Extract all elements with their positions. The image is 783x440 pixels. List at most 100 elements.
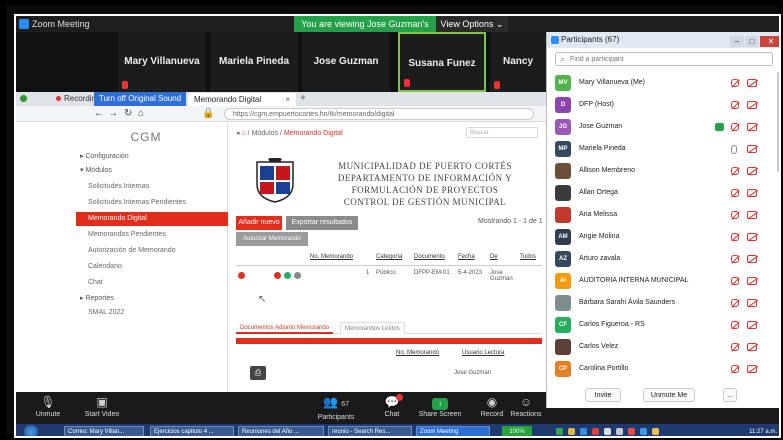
new-tab-icon[interactable]: + [300,92,306,106]
participant-row[interactable]: CF Carlos Figueroa - RS [555,314,769,336]
video-tile-active[interactable]: Susana Funez [398,32,486,92]
print-icon[interactable] [294,272,301,279]
participant-name: Carlos Velez [579,343,619,350]
col-all[interactable]: Todos [520,254,536,260]
breadcrumb-modules[interactable]: Módulos [252,130,278,137]
participant-row[interactable]: Carlos Velez [555,336,769,358]
video-tile[interactable]: Mary Villanueva [118,32,206,92]
tray-icon[interactable] [556,428,563,435]
tray-icon[interactable] [652,428,659,435]
tab-documentos[interactable]: Documentos Adjunto Memorando [236,322,334,334]
browser-tab[interactable]: Memorando Digital × [188,93,296,106]
mic-muted-icon [731,299,739,307]
tray-icon[interactable] [568,428,575,435]
maximize-icon[interactable]: □ [745,36,759,47]
avatar [555,295,571,311]
participant-row[interactable]: MV Mary Villanueva (Me) [555,72,769,94]
delete-icon[interactable] [274,272,281,279]
participant-name: DFP (Host) [579,101,614,108]
participant-row[interactable]: Bárbara Sarahi Ávila Saunders [555,292,769,314]
sub-col-number[interactable]: No. Memorando [396,350,439,356]
sidebar-item-chat[interactable]: Chat [76,276,228,290]
participant-row[interactable]: AZ Arturo zavala [555,248,769,270]
participant-row[interactable]: D DFP (Host) [555,94,769,116]
video-tile[interactable]: Nancy Clavas [490,32,546,92]
search-input[interactable]: Buscar [466,127,538,138]
taskbar-item[interactable]: Ejercicios capitulo 4 ... [150,426,234,436]
taskbar-item[interactable]: reunio - Search Res... [328,426,412,436]
volume-icon[interactable] [604,428,611,435]
col-number[interactable]: No. Memorando [310,254,353,260]
forward-icon[interactable]: → [108,107,118,121]
start-video-button[interactable]: ▣ Start Video [72,394,132,418]
col-document[interactable]: Documento [414,254,445,260]
video-tile[interactable]: Mariela Pineda [210,32,298,92]
participant-row[interactable]: MP Mariela Pineda [555,138,769,160]
reactions-button[interactable]: ☺ Reactions [506,394,546,418]
sidebar-item-configuracion[interactable]: ▸ Configuración [76,150,228,164]
participants-button[interactable]: 👥 67 Participants [306,394,366,421]
avatar: JG [555,119,571,135]
authorize-button[interactable]: Autorizar Memorando [236,232,308,246]
invite-button[interactable]: Invite [585,388,621,402]
close-icon[interactable]: × [285,93,290,106]
taskbar-item[interactable]: Reuniones del Año ... [238,426,324,436]
print-button[interactable]: ⎙ [250,366,266,380]
tab-leidos[interactable]: Memorandos Leídos [340,322,405,334]
view-icon[interactable] [284,272,291,279]
tray-icon[interactable] [640,428,647,435]
close-icon[interactable]: ✕ [760,36,779,47]
original-sound-button[interactable]: Turn off Original Sound [94,92,186,106]
taskbar-item-zoom[interactable]: Zoom Meeting [416,426,490,436]
taskbar-item[interactable]: Correo: Mary Villan... [64,426,144,436]
window-controls: – □ ✕ [729,34,779,47]
sidebar-item-solicitudes-pendientes[interactable]: Solicitudes Internas Pendientes [76,196,228,210]
start-icon[interactable] [24,425,38,436]
address-bar[interactable]: https://cgm.empuertocortes.hn/tk/memoran… [224,108,534,120]
view-options-button[interactable]: View Options ⌄ [436,16,508,32]
participant-name: Allison Membreno [579,167,636,174]
participant-row[interactable]: Allan Ortega [555,182,769,204]
sub-col-user[interactable]: Usuario Lectura [462,350,504,356]
video-off-icon [747,167,757,175]
home-icon[interactable]: ⌂ [241,130,245,137]
participant-row[interactable]: AI AUDITORIA INTERNA MUNICIPAL [555,270,769,292]
back-icon[interactable]: ← [94,107,104,121]
sidebar-item-modulos[interactable]: ▾ Módulos [76,164,228,178]
edit-icon[interactable] [238,272,245,279]
col-from[interactable]: De [490,254,498,260]
participant-row[interactable]: Ana Melissa [555,204,769,226]
participant-row[interactable]: CP Carolina Portillo [555,358,769,380]
sidebar-item-autorizacion[interactable]: Autorización de Memorando [76,244,228,258]
scrollbar[interactable] [777,72,779,172]
sidebar-item-reportes[interactable]: ▸ Reportes [76,292,228,306]
more-button[interactable]: ... [723,388,737,402]
add-new-button[interactable]: Añadir nuevo [236,216,282,230]
sidebar-item-smal[interactable]: SMAL 2022 [76,306,228,320]
network-icon[interactable] [616,428,623,435]
unmute-button[interactable]: 🎙 Unmute [18,394,78,418]
unmute-me-button[interactable]: Unmute Me [643,388,695,402]
tray-icon[interactable] [580,428,587,435]
participant-row[interactable]: Allison Membreno [555,160,769,182]
table-row[interactable]: 1 Público DFPP-EM-01 5-4-2023 Jose Guzma… [236,268,542,284]
sidebar-item-memorandos-pendientes[interactable]: Memorandos Pendientes [76,228,228,242]
sidebar-item-calendario[interactable]: Calendario [76,260,228,274]
cell-date: 5-4-2023 [458,270,483,276]
participant-row[interactable]: AM Angie Molina [555,226,769,248]
sidebar-item-memorando-digital[interactable]: Memorando Digital [76,212,228,226]
tab-title: Memorando Digital [194,95,262,104]
reload-icon[interactable]: ↻ [124,107,132,121]
col-date[interactable]: Fecha [458,254,475,260]
export-button[interactable]: Exportar resultados [286,216,358,230]
participant-row[interactable]: JG Jose Guzman [555,116,769,138]
col-category[interactable]: Categoría [376,254,402,260]
share-screen-button[interactable]: ↑ Share Screen [410,394,470,418]
video-tile[interactable]: Jose Guzman [302,32,390,92]
tray-icon[interactable] [628,428,635,435]
tray-icon[interactable] [592,428,599,435]
participant-search-input[interactable]: ⌕ Find a participant [555,52,773,66]
minimize-icon[interactable]: – [730,36,744,47]
sidebar-item-solicitudes[interactable]: Solicitudes Internas [76,180,228,194]
home-icon[interactable]: ⌂ [138,107,144,121]
